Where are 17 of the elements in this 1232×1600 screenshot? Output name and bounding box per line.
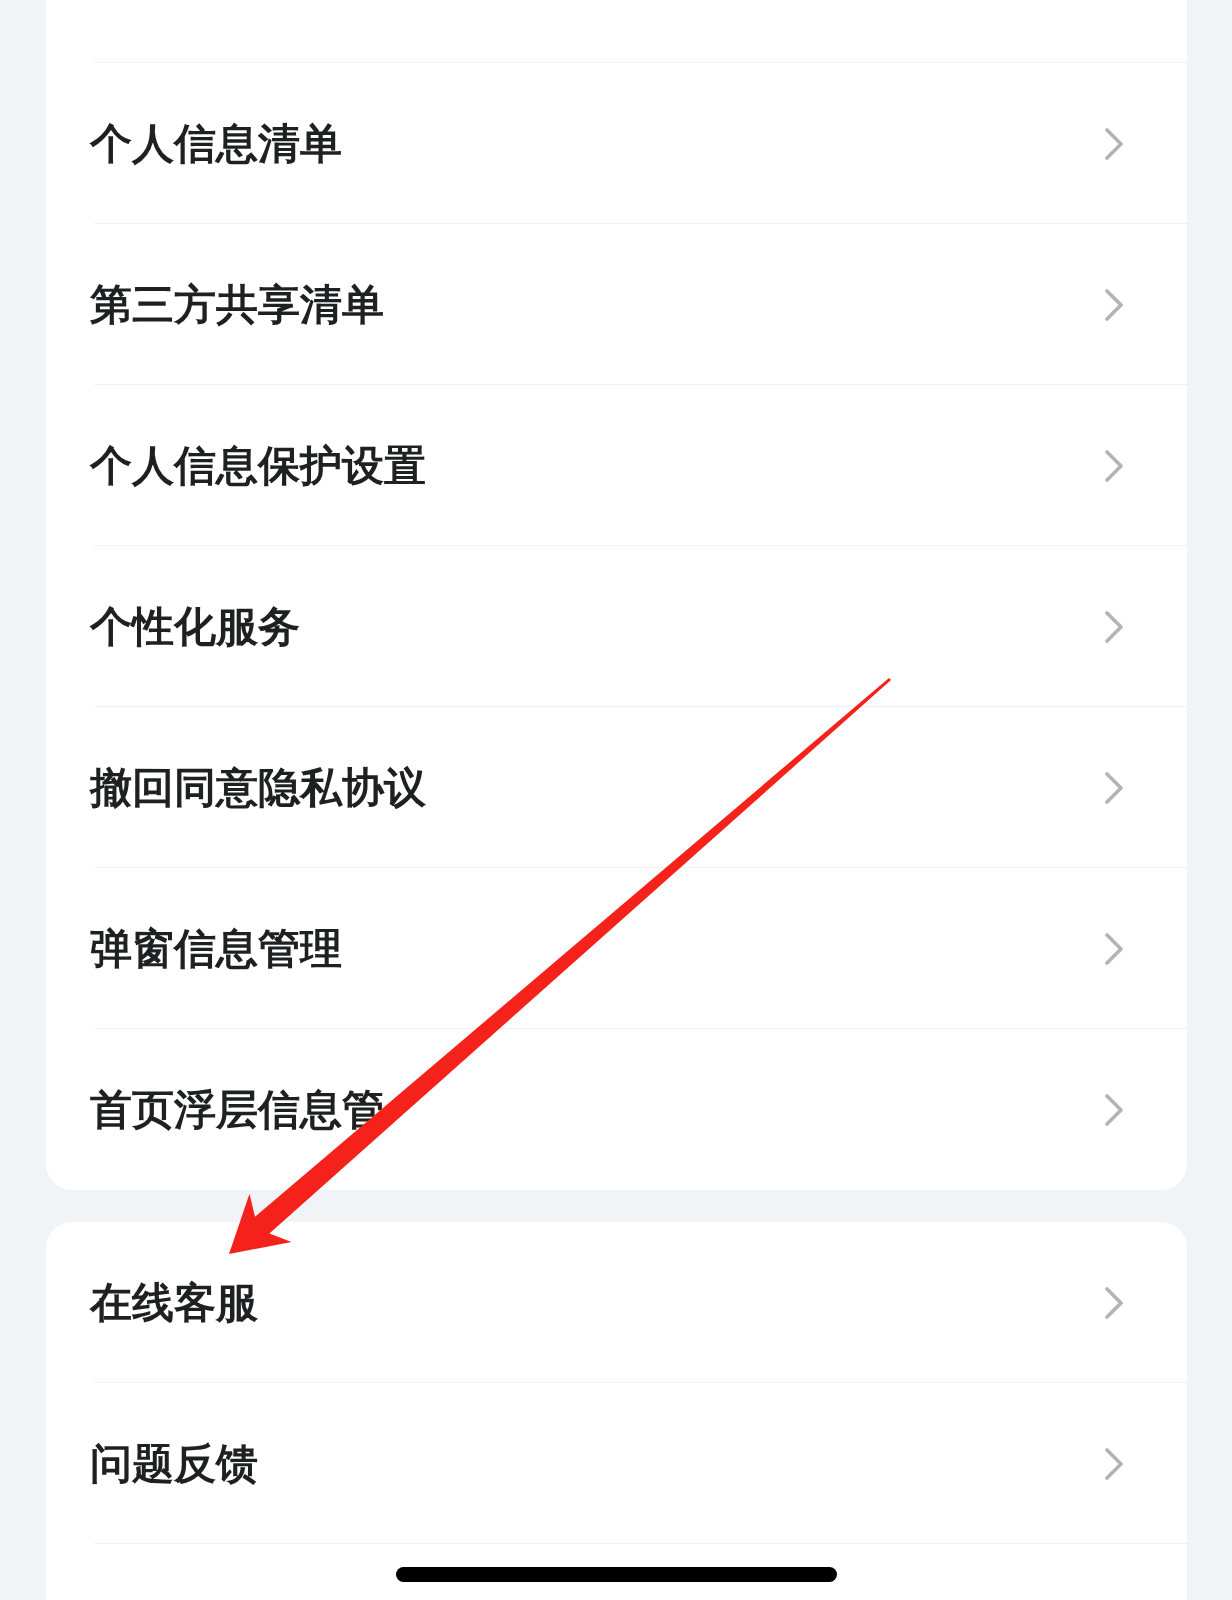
chevron-right-icon [1105, 1286, 1123, 1319]
menu-item[interactable]: 个性化服务 [46, 546, 1187, 707]
chevron-right-icon [1105, 449, 1123, 482]
chevron-right-icon [1105, 1093, 1123, 1126]
menu-item[interactable]: 问题反馈 [46, 1383, 1187, 1544]
chevron-right-icon [1105, 932, 1123, 965]
chevron-right-icon [1105, 288, 1123, 321]
chevron-right-icon [1105, 771, 1123, 804]
menu-item[interactable]: 撤回同意隐私协议 [46, 707, 1187, 868]
chevron-right-icon [1105, 1447, 1123, 1480]
chevron-right-icon [1105, 127, 1123, 160]
menu-item[interactable]: 弹窗信息管理 [46, 868, 1187, 1029]
menu-item[interactable]: 第三方共享清单 [46, 224, 1187, 385]
menu-item[interactable]: 个人信息保护设置 [46, 385, 1187, 546]
menu-item[interactable]: 在线客服 [46, 1222, 1187, 1383]
chevron-right-icon [1105, 610, 1123, 643]
menu-item[interactable]: 个人信息清单 [46, 63, 1187, 224]
